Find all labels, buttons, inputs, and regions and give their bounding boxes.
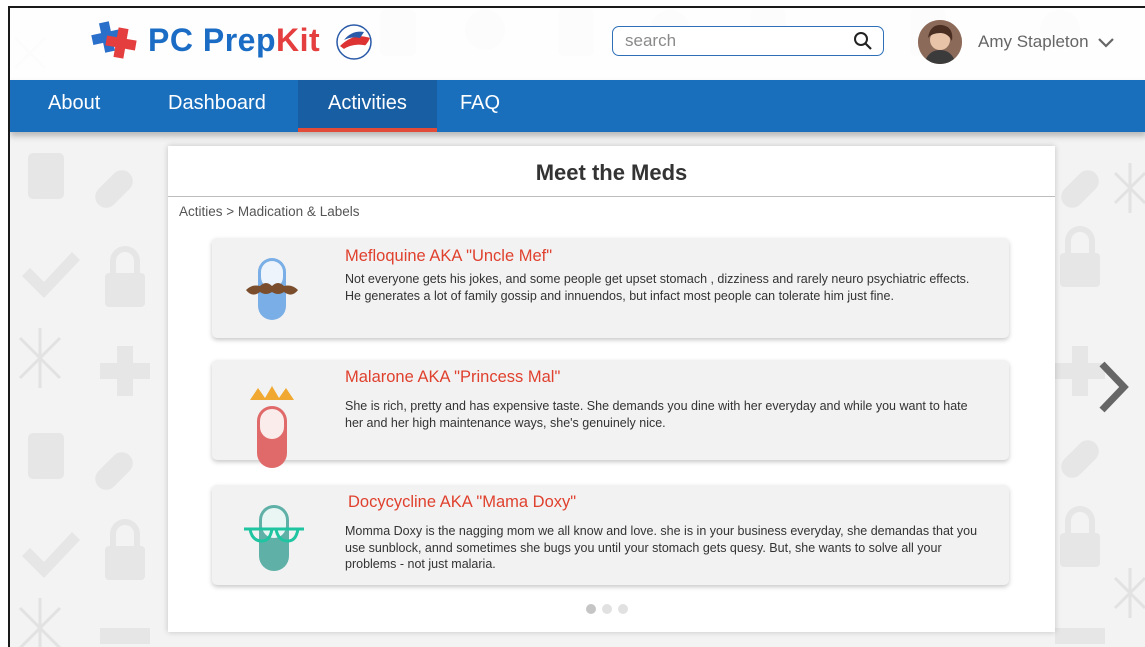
pagination-dot-2[interactable] xyxy=(602,604,612,614)
med-card-mefloquine[interactable]: Mefloquine AKA "Uncle Mef" Not everyone … xyxy=(212,238,1009,338)
med-card-doxycycline[interactable]: Docycycline AKA "Mama Doxy" Momma Doxy i… xyxy=(212,485,1009,585)
search-box[interactable] xyxy=(612,26,884,56)
chevron-down-icon[interactable] xyxy=(1097,37,1115,49)
nav-activities[interactable]: Activities xyxy=(298,80,437,132)
med-description: Momma Doxy is the nagging mom we all kno… xyxy=(345,524,978,571)
main-nav: About Dashboard Activities FAQ xyxy=(10,80,1145,132)
med-card-malarone[interactable]: Malarone AKA "Princess Mal" She is rich,… xyxy=(212,360,1009,468)
nav-dashboard[interactable]: Dashboard xyxy=(138,80,296,132)
nav-faq[interactable]: FAQ xyxy=(430,80,530,132)
logo-crosses-icon xyxy=(91,21,137,59)
chevron-right-icon[interactable] xyxy=(1096,360,1130,414)
med-description: She is rich, pretty and has expensive ta… xyxy=(345,399,968,430)
page-title: Meet the Meds xyxy=(168,146,1055,197)
avatar-photo-icon xyxy=(918,20,962,64)
nav-about[interactable]: About xyxy=(18,80,130,132)
peace-corps-badge-icon xyxy=(336,24,372,60)
pagination-dot-1[interactable] xyxy=(586,604,596,614)
med-name: Malarone AKA "Princess Mal" xyxy=(345,368,561,386)
search-icon[interactable] xyxy=(853,31,873,51)
crown-pill-icon xyxy=(250,386,294,468)
avatar[interactable] xyxy=(918,20,962,64)
user-name[interactable]: Amy Stapleton xyxy=(978,32,1089,52)
med-name: Mefloquine AKA "Uncle Mef" xyxy=(345,247,553,265)
med-name: Docycycline AKA "Mama Doxy" xyxy=(348,493,577,511)
search-input[interactable] xyxy=(623,27,847,55)
breadcrumb[interactable]: Actities > Madication & Labels xyxy=(179,204,1055,219)
carousel-pagination xyxy=(586,604,628,614)
user-menu[interactable]: Amy Stapleton xyxy=(918,20,1115,64)
glasses-pill-icon xyxy=(244,505,304,571)
app-frame: PC PrepKit search Amy Stapleton About Da… xyxy=(8,6,1145,647)
logo-text: PC PrepKit xyxy=(148,21,321,58)
pagination-dot-3[interactable] xyxy=(618,604,628,614)
med-description: Not everyone gets his jokes, and some pe… xyxy=(345,272,970,303)
top-header: PC PrepKit search Amy Stapleton xyxy=(10,8,1145,80)
app-logo[interactable]: PC PrepKit xyxy=(86,18,378,62)
meet-the-meds-card: Meet the Meds Actities > Madication & La… xyxy=(168,146,1055,632)
mustache-pill-icon xyxy=(246,258,298,320)
